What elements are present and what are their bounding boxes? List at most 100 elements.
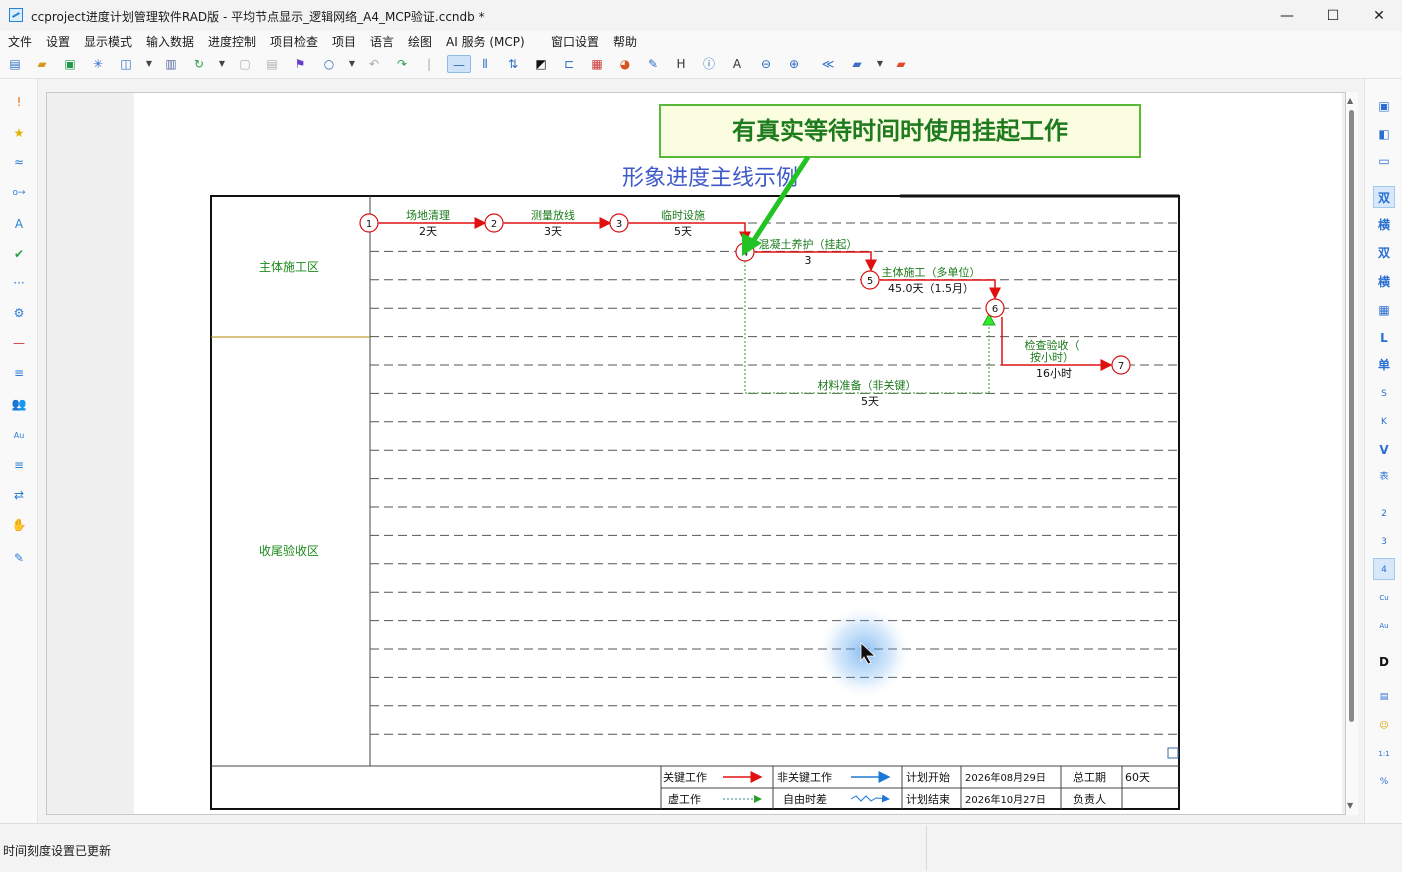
cu-button[interactable]: Cu [1373,587,1395,609]
collapse-icon[interactable]: ≪ [819,55,837,73]
new-icon[interactable]: ▤ [6,55,24,73]
menu-check[interactable]: 项目检查 [270,33,318,50]
minus-icon[interactable]: — [10,334,28,352]
horizontal-mode-button[interactable]: 横 [1373,214,1395,236]
scroll-down-icon[interactable]: ▼ [1347,801,1353,810]
print-icon[interactable]: ▥ [162,55,180,73]
minimize-button[interactable]: — [1264,0,1310,31]
bar-tool-icon[interactable]: ⦀ [476,55,494,73]
hand-icon[interactable]: ✋ [10,516,28,534]
undo-icon[interactable]: ↶ [365,55,383,73]
level-3-button[interactable]: 3 [1373,531,1395,553]
menu-bar: 文件 设置 显示模式 输入数据 进度控制 项目检查 项目 语言 绘图 AI 服务… [0,31,1402,51]
close-button[interactable]: ✕ [1356,0,1402,31]
scroll-up-icon[interactable]: ▲ [1347,96,1353,105]
au-button[interactable]: Au [1373,615,1395,637]
scale-1-1-button[interactable]: 1:1 [1373,743,1395,765]
dropdown-icon[interactable]: ▼ [140,55,158,73]
swap-icon[interactable]: ⇄ [10,486,28,504]
panel-left-icon[interactable]: ▣ [1373,95,1395,117]
folder-icon[interactable]: ▰ [848,55,866,73]
separator-icon: | [426,57,432,71]
filter-icon[interactable]: ≡ [10,456,28,474]
copy-icon[interactable]: ▢ [236,55,254,73]
star-burst-icon[interactable]: ✳ [89,55,107,73]
level-4-button[interactable]: 4 [1373,558,1395,580]
paste-icon[interactable]: ▤ [263,55,281,73]
au-icon[interactable]: Au [10,427,28,445]
dropdown-icon[interactable]: ▼ [213,55,231,73]
font-icon[interactable]: A [10,215,28,233]
wave-icon[interactable]: ≈ [10,153,28,171]
menu-project[interactable]: 项目 [332,33,356,50]
maximize-button[interactable]: ☐ [1310,0,1356,31]
text-icon[interactable]: A [728,55,746,73]
menu-ai[interactable]: AI 服务 (MCP) [446,33,525,50]
edit-icon[interactable]: ✎ [644,55,662,73]
vertical-scrollbar[interactable]: ▲ ▼ [1346,92,1358,815]
d-button[interactable]: D [1373,651,1395,673]
search-icon[interactable]: ○ [320,55,338,73]
check-icon[interactable]: ▦ [588,55,606,73]
refresh-icon[interactable]: ↻ [190,55,208,73]
zoom-out-icon[interactable]: ⊖ [757,55,775,73]
scroll-thumb[interactable] [1349,110,1354,722]
export-icon[interactable]: ◫ [117,55,135,73]
sort-icon[interactable]: ⇅ [504,55,522,73]
comment-icon[interactable]: ☺ [1373,715,1395,737]
menu-display[interactable]: 显示模式 [84,33,132,50]
contrast-icon[interactable]: ◩ [532,55,550,73]
dots-icon[interactable]: ··· [10,274,28,292]
open-icon[interactable]: ▰ [33,55,51,73]
panel-right-icon[interactable]: ◧ [1373,123,1395,145]
folder-red-icon[interactable]: ▰ [892,55,910,73]
double-mode-alt-button[interactable]: 双 [1373,242,1395,264]
single-mode-button[interactable]: 单 [1373,354,1395,376]
link-icon[interactable]: ⊏ [560,55,578,73]
table-mode-button[interactable]: 表 [1373,466,1395,488]
warning-icon[interactable]: ! [10,93,28,111]
list-icon[interactable]: ≡ [10,364,28,382]
grid-icon[interactable]: ▦ [1373,299,1395,321]
activity-duration-2: 3天 [544,225,562,238]
activity-duration-3: 5天 [674,225,692,238]
page-icon[interactable]: ▤ [1373,686,1395,708]
h-icon[interactable]: H [672,55,690,73]
menu-settings[interactable]: 设置 [46,33,70,50]
redo-icon[interactable]: ↷ [393,55,411,73]
pen-icon[interactable]: ✎ [10,549,28,567]
double-mode-button[interactable]: 双 [1373,186,1395,208]
percent-button[interactable]: % [1373,771,1395,793]
save-icon[interactable]: ▣ [61,55,79,73]
users-icon[interactable]: 👥 [10,395,28,413]
palette-icon[interactable]: ◕ [616,55,634,73]
info-icon[interactable]: ⓘ [700,55,718,73]
k-button[interactable]: K [1373,411,1395,433]
l-button[interactable]: L [1373,327,1395,349]
horizontal-mode-alt-button[interactable]: 横 [1373,271,1395,293]
menu-help[interactable]: 帮助 [613,33,637,50]
menu-file[interactable]: 文件 [8,33,32,50]
menu-progress[interactable]: 进度控制 [208,33,256,50]
level-2-button[interactable]: 2 [1373,503,1395,525]
menu-window[interactable]: 窗口设置 [551,33,599,50]
table-toggle-icon[interactable] [1167,747,1179,759]
zoom-in-icon[interactable]: ⊕ [785,55,803,73]
check-icon[interactable]: ✔ [10,245,28,263]
line-tool-icon[interactable]: — [447,55,471,73]
node-link-icon[interactable]: o→ [10,184,28,202]
dropdown-icon[interactable]: ▼ [343,55,361,73]
panel-bottom-icon[interactable]: ▭ [1373,150,1395,172]
gear-icon[interactable]: ⚙ [10,304,28,322]
menu-draw[interactable]: 绘图 [408,33,432,50]
menu-input[interactable]: 输入数据 [146,33,194,50]
v-button[interactable]: V [1373,439,1395,461]
activity-arrow-4-5[interactable] [755,251,877,272]
s-button[interactable]: S [1373,383,1395,405]
dropdown-icon[interactable]: ▼ [871,55,889,73]
network-diagram[interactable]: 形象进度主线示例 主体施工区 收尾验收区 1 2 3 5 6 7 场地清理 2天… [134,93,1342,814]
format-icon[interactable]: ⚑ [291,55,309,73]
drawing-paper[interactable]: 形象进度主线示例 主体施工区 收尾验收区 1 2 3 5 6 7 场地清理 2天… [134,93,1342,814]
menu-language[interactable]: 语言 [370,33,394,50]
star-icon[interactable]: ★ [10,124,28,142]
